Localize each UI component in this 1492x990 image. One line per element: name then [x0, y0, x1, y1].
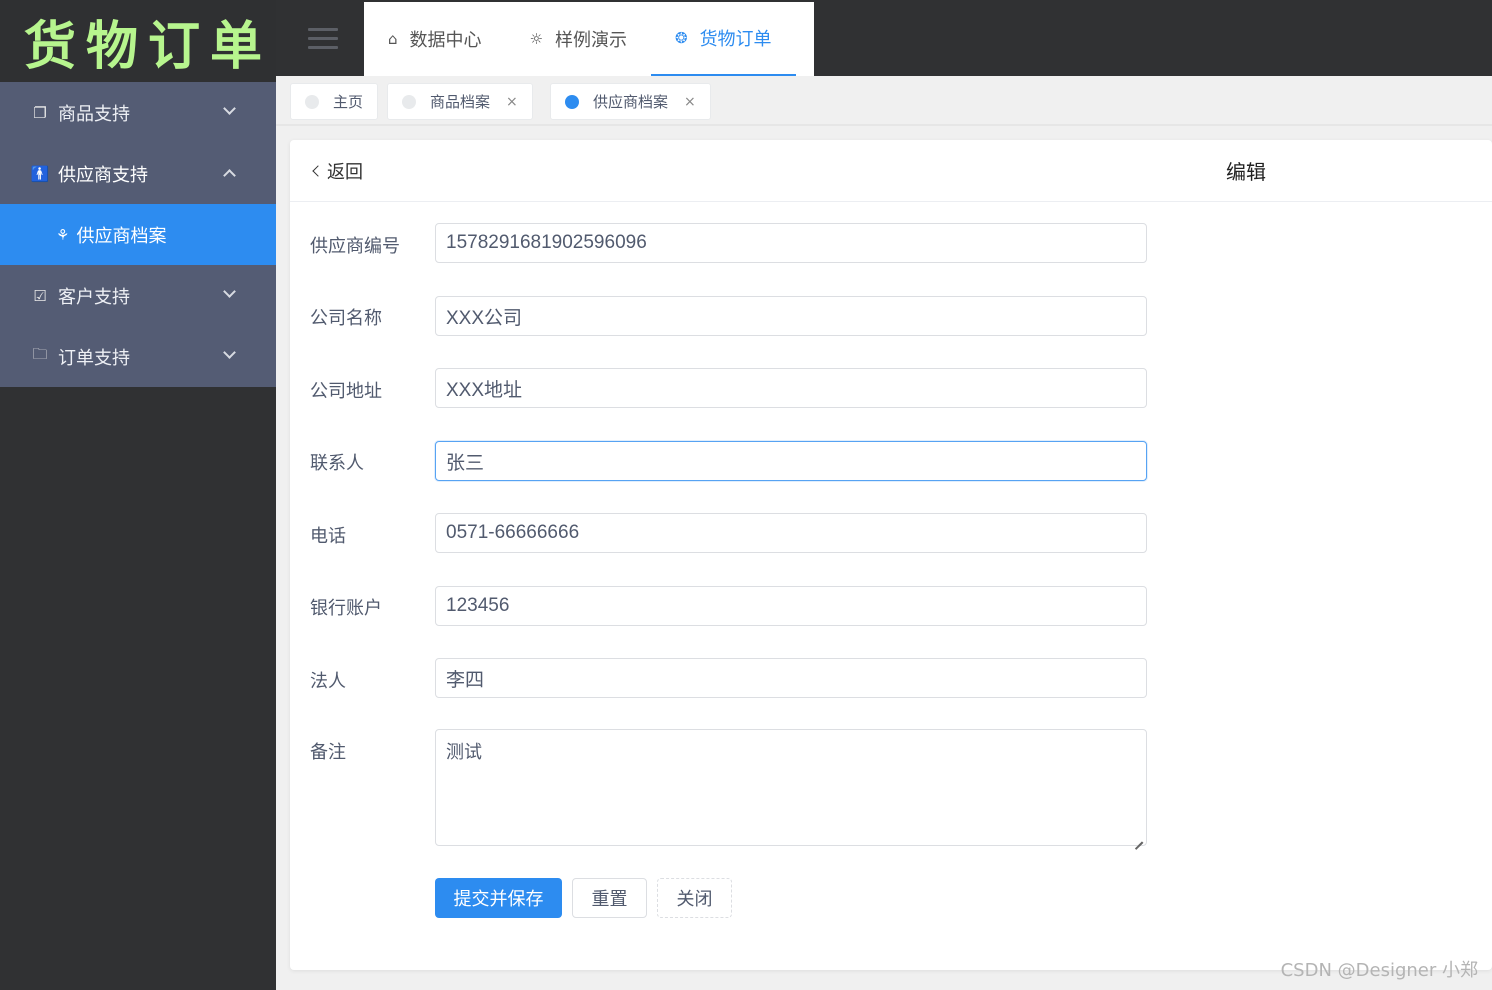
chevron-down-icon: [223, 285, 236, 298]
page-tabs-bar: 主页 商品档案 × 供应商档案 ×: [276, 76, 1492, 126]
status-dot-icon: [305, 94, 319, 109]
card-header: 返回 编辑: [290, 140, 1492, 202]
sidebar: 货物订单 ❐ 商品支持 🚹 供应商支持 ⚘ 供应商档案 ☑ 客户支持 🗀 订单支…: [0, 0, 276, 990]
back-button[interactable]: 返回: [312, 158, 363, 184]
chevron-up-icon: [223, 169, 236, 182]
resize-grip-icon[interactable]: [1133, 832, 1143, 842]
sidebar-item-label: 订单支持: [58, 347, 130, 369]
bank-account-field[interactable]: 123456: [435, 586, 1147, 626]
close-button[interactable]: 关闭: [657, 878, 732, 918]
sidebar-item-order-support[interactable]: 🗀 订单支持: [0, 326, 276, 387]
field-label: 银行账户: [310, 598, 382, 619]
sidebar-menu: ❐ 商品支持 🚹 供应商支持 ⚘ 供应商档案 ☑ 客户支持 🗀 订单支持: [0, 82, 276, 387]
bulb-icon: ☼: [529, 30, 543, 48]
phone-field[interactable]: 0571-66666666: [435, 513, 1147, 553]
reset-button[interactable]: 重置: [572, 878, 647, 918]
menu-toggle-icon[interactable]: [308, 28, 338, 50]
top-nav: ⌂ 数据中心 ☼ 样例演示 ❂ 货物订单: [364, 2, 814, 76]
sidebar-item-goods-support[interactable]: ❐ 商品支持: [0, 82, 276, 143]
person-icon: 🚹: [30, 164, 50, 183]
page-tab-goods-archive[interactable]: 商品档案 ×: [387, 83, 533, 120]
sidebar-item-supplier-support[interactable]: 🚹 供应商支持: [0, 143, 276, 204]
sidebar-item-label: 商品支持: [58, 103, 130, 125]
logo-text: 货物订单: [24, 15, 273, 77]
company-address-field[interactable]: XXX地址: [435, 368, 1147, 408]
field-label: 供应商编号: [310, 236, 400, 257]
sidebar-item-label: 供应商支持: [58, 164, 148, 186]
top-bar: ⌂ 数据中心 ☼ 样例演示 ❂ 货物订单: [276, 0, 1492, 76]
back-label: 返回: [327, 162, 363, 183]
chevron-down-icon: [223, 102, 236, 115]
field-label: 公司名称: [310, 308, 382, 329]
field-label: 备注: [310, 742, 346, 763]
page-tab-label: 供应商档案: [593, 93, 669, 111]
copy-icon: ❐: [33, 103, 47, 122]
sidebar-item-customer-support[interactable]: ☑ 客户支持: [0, 265, 276, 326]
link-icon: ⚘: [56, 225, 70, 244]
edit-card: 返回 编辑 供应商编号 1578291681902596096 公司名称 XXX…: [290, 140, 1492, 970]
sidebar-item-label: 客户支持: [58, 286, 130, 308]
logo[interactable]: 货物订单: [0, 0, 276, 82]
aperture-icon: ❂: [674, 29, 688, 47]
checkbox-icon: ☑: [33, 286, 47, 305]
page-title: 编辑: [1226, 160, 1266, 184]
page-tab-label: 商品档案: [430, 93, 491, 111]
chevron-down-icon: [223, 346, 236, 359]
submit-save-button[interactable]: 提交并保存: [435, 878, 562, 918]
top-tab-demo[interactable]: ☼ 样例演示: [506, 2, 651, 76]
top-tab-label: 数据中心: [409, 30, 482, 51]
page-tab-supplier-archive[interactable]: 供应商档案 ×: [550, 83, 711, 120]
top-tab-label: 样例演示: [554, 30, 627, 51]
field-label: 法人: [310, 671, 346, 692]
chevron-left-icon: [312, 165, 324, 177]
field-label: 联系人: [310, 453, 364, 474]
status-dot-icon: [565, 94, 579, 109]
watermark: CSDN @Designer 小郑: [1280, 960, 1478, 981]
field-label: 电话: [310, 526, 346, 547]
top-tab-label: 货物订单: [699, 29, 772, 50]
remarks-textarea[interactable]: 测试: [435, 729, 1147, 846]
contact-field[interactable]: 张三: [435, 441, 1147, 481]
page-tab-home[interactable]: 主页: [290, 83, 379, 120]
sidebar-subitem-supplier-archive[interactable]: ⚘ 供应商档案: [0, 204, 276, 265]
home-icon: ⌂: [388, 30, 398, 48]
remarks-value: 测试: [446, 742, 482, 762]
page-tab-label: 主页: [333, 93, 364, 111]
status-dot-icon: [402, 94, 416, 109]
close-icon[interactable]: ×: [684, 94, 696, 110]
close-icon[interactable]: ×: [506, 94, 518, 110]
supplier-id-field[interactable]: 1578291681902596096: [435, 223, 1147, 263]
field-label: 公司地址: [310, 381, 382, 402]
company-name-field[interactable]: XXX公司: [435, 296, 1147, 336]
top-tab-orders[interactable]: ❂ 货物订单: [650, 2, 796, 76]
sidebar-subitem-label: 供应商档案: [76, 225, 167, 247]
legal-person-field[interactable]: 李四: [435, 658, 1147, 698]
folder-icon: 🗀: [32, 345, 48, 363]
top-tab-data-center[interactable]: ⌂ 数据中心: [364, 2, 506, 76]
